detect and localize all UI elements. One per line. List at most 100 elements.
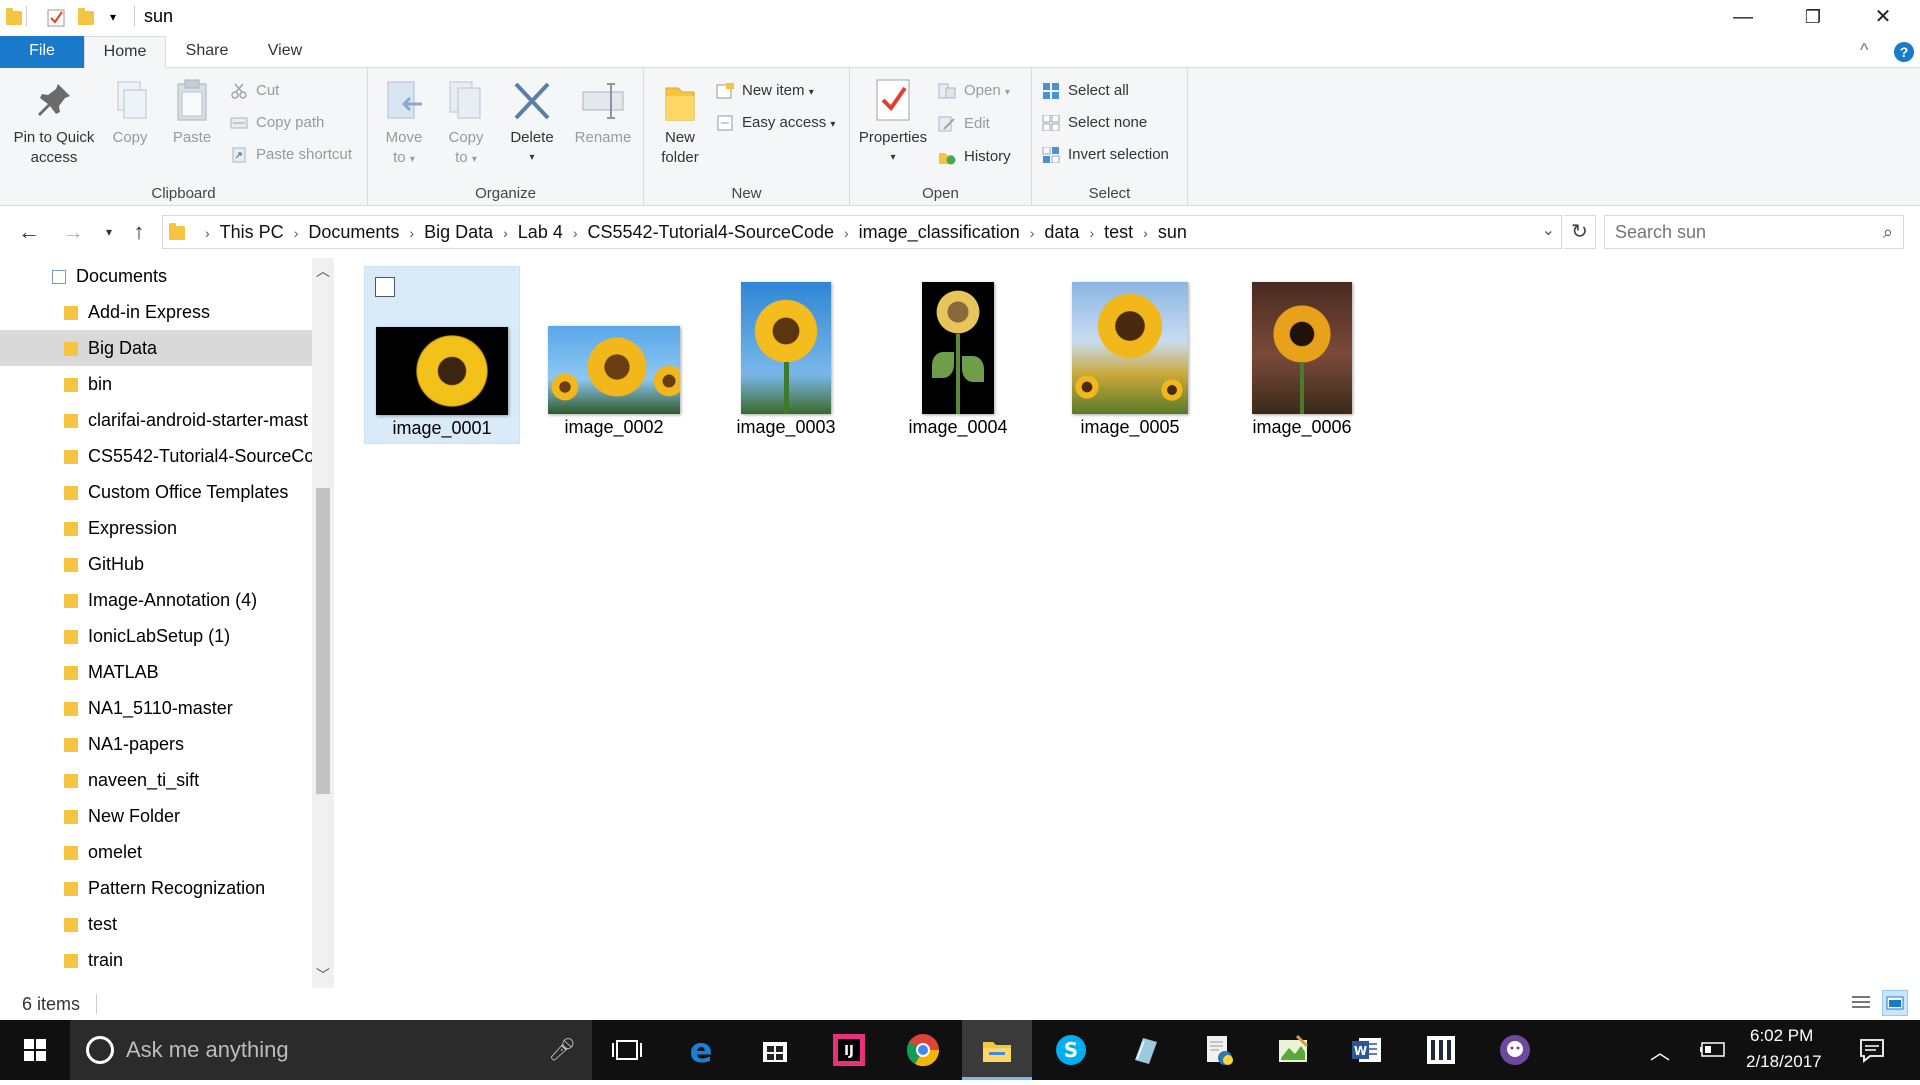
python-editor-icon[interactable] (1184, 1020, 1254, 1080)
file-item[interactable]: image_0004 (880, 266, 1036, 444)
store-icon[interactable] (740, 1020, 810, 1080)
tab-share[interactable]: Share (172, 36, 242, 68)
network-icon[interactable] (1698, 1034, 1728, 1069)
scroll-up-icon[interactable]: ︿ (312, 260, 334, 282)
nav-item-new-folder[interactable]: New Folder (0, 798, 312, 834)
delete-button[interactable]: Delete ▾ (504, 78, 560, 168)
properties-button[interactable]: Properties ▾ (856, 78, 930, 168)
collapse-ribbon-button[interactable]: ^ (1860, 40, 1868, 61)
file-item[interactable]: image_0006 (1224, 266, 1380, 444)
github-icon[interactable] (1480, 1020, 1550, 1080)
scrollbar-thumb[interactable] (316, 488, 330, 794)
address-bar[interactable]: › This PC › Documents › Big Data › Lab 4 › CS5542… (162, 215, 1562, 249)
tab-home[interactable]: Home (84, 36, 166, 69)
nav-item-naveen-ti-sift[interactable]: naveen_ti_sift (0, 762, 312, 798)
nav-item-na1-papers[interactable]: NA1-papers (0, 726, 312, 762)
rename-button[interactable]: Rename (568, 78, 638, 148)
nav-item-cs5542[interactable]: CS5542-Tutorial4-SourceCo (0, 438, 312, 474)
nav-item-train[interactable]: train (0, 942, 312, 978)
new-folder-button[interactable]: New folder (652, 78, 708, 168)
nav-item-pattern-recognization[interactable]: Pattern Recognization (0, 870, 312, 906)
search-box[interactable]: ⌕ (1604, 215, 1904, 249)
easy-access-button[interactable]: Easy access ▾ (716, 111, 835, 135)
close-button[interactable]: ✕ (1854, 0, 1912, 34)
nav-item-matlab[interactable]: MATLAB (0, 654, 312, 690)
crumb-image-classification[interactable]: image_classification (859, 216, 1020, 248)
large-icons-view-icon[interactable] (1882, 990, 1908, 1016)
forward-button[interactable]: → (58, 217, 88, 247)
crumb-this-pc[interactable]: This PC (220, 216, 284, 248)
intellij-icon[interactable]: IJ (814, 1020, 884, 1080)
paste-button[interactable]: Paste (166, 78, 218, 148)
nav-scrollbar[interactable]: ︿ ﹀ (312, 258, 334, 988)
search-input[interactable] (1605, 216, 1855, 248)
tab-file[interactable]: File (0, 36, 84, 68)
help-button[interactable]: ? (1894, 42, 1914, 62)
cut-button[interactable]: Cut (230, 79, 279, 103)
copy-path-button[interactable]: Copy path (230, 111, 324, 135)
details-view-icon[interactable] (1848, 990, 1874, 1016)
nav-item-github[interactable]: GitHub (0, 546, 312, 582)
microphone-icon[interactable]: 🎤︎ (548, 1037, 576, 1063)
cortana-search-box[interactable]: Ask me anything 🎤︎ (70, 1020, 592, 1080)
crumb-sun[interactable]: sun (1158, 216, 1187, 248)
notepad-icon[interactable] (1110, 1020, 1180, 1080)
pin-to-quick-access-button[interactable]: Pin to Quick access (4, 78, 104, 168)
clock-time[interactable]: 6:02 PM (1750, 1026, 1813, 1046)
open-button[interactable]: Open ▾ (938, 79, 1010, 103)
start-button[interactable] (0, 1020, 70, 1080)
crumb-cs5542[interactable]: CS5542-Tutorial4-SourceCode (588, 216, 834, 248)
copy-to-button[interactable]: Copy to ▾ (438, 78, 494, 170)
nav-item-bin[interactable]: bin (0, 366, 312, 402)
minimize-button[interactable]: — (1714, 0, 1772, 34)
invert-selection-button[interactable]: Invert selection (1042, 143, 1169, 167)
refresh-button[interactable]: ↻ (1564, 215, 1596, 249)
nav-item-big-data[interactable]: Big Data (0, 330, 312, 366)
nav-item-clarifai[interactable]: clarifai-android-starter-mast (0, 402, 312, 438)
file-item[interactable]: image_0005 (1052, 266, 1208, 444)
edge-icon[interactable]: e (666, 1020, 736, 1080)
file-item[interactable]: image_0002 (536, 266, 692, 444)
recent-locations-button[interactable]: ▾ (94, 217, 124, 247)
paste-shortcut-button[interactable]: Paste shortcut (230, 143, 352, 167)
nav-item-na1-5110-master[interactable]: NA1_5110-master (0, 690, 312, 726)
address-dropdown-icon[interactable]: ⌄ (1542, 220, 1555, 240)
nav-item-omelet[interactable]: omelet (0, 834, 312, 870)
tab-view[interactable]: View (252, 36, 318, 68)
nav-item-custom-office-templates[interactable]: Custom Office Templates (0, 474, 312, 510)
task-view-button[interactable] (592, 1020, 662, 1080)
back-button[interactable]: ← (14, 217, 44, 247)
crumb-documents[interactable]: Documents (308, 216, 399, 248)
copy-button[interactable]: Copy (104, 78, 156, 148)
nav-item-image-annotation[interactable]: Image-Annotation (4) (0, 582, 312, 618)
select-all-button[interactable]: Select all (1042, 79, 1129, 103)
crumb-data[interactable]: data (1044, 216, 1079, 248)
app-square-icon[interactable] (1406, 1020, 1476, 1080)
file-item[interactable]: image_0001 (364, 266, 520, 444)
move-to-button[interactable]: Move to ▾ (376, 78, 432, 170)
nav-item-expression[interactable]: Expression (0, 510, 312, 546)
show-hidden-icons-icon[interactable]: ︿ (1650, 1036, 1670, 1065)
nav-item-ioniclabsetup[interactable]: IonicLabSetup (1) (0, 618, 312, 654)
action-center-icon[interactable] (1856, 1034, 1888, 1071)
edit-button[interactable]: Edit (938, 112, 990, 136)
skype-icon[interactable]: S (1036, 1020, 1106, 1080)
crumb-lab-4[interactable]: Lab 4 (518, 216, 563, 248)
file-item[interactable]: image_0003 (708, 266, 864, 444)
up-button[interactable]: ↑ (124, 217, 154, 247)
new-item-button[interactable]: New item ▾ (716, 79, 814, 103)
scroll-down-icon[interactable]: ﹀ (312, 964, 334, 986)
qat-dropdown-icon[interactable]: ▾ (110, 10, 116, 24)
nav-item-test[interactable]: test (0, 906, 312, 942)
paint-icon[interactable] (1258, 1020, 1328, 1080)
crumb-big-data[interactable]: Big Data (424, 216, 493, 248)
nav-item-documents[interactable]: Documents (0, 258, 312, 294)
history-button[interactable]: History (938, 145, 1011, 169)
file-explorer-taskbar-icon[interactable] (962, 1020, 1032, 1080)
properties-check-icon[interactable] (46, 8, 66, 33)
chrome-icon[interactable] (888, 1020, 958, 1080)
clock-date[interactable]: 2/18/2017 (1746, 1052, 1822, 1072)
crumb-test[interactable]: test (1104, 216, 1133, 248)
select-none-button[interactable]: Select none (1042, 111, 1147, 135)
restore-button[interactable]: ❐ (1784, 0, 1842, 34)
